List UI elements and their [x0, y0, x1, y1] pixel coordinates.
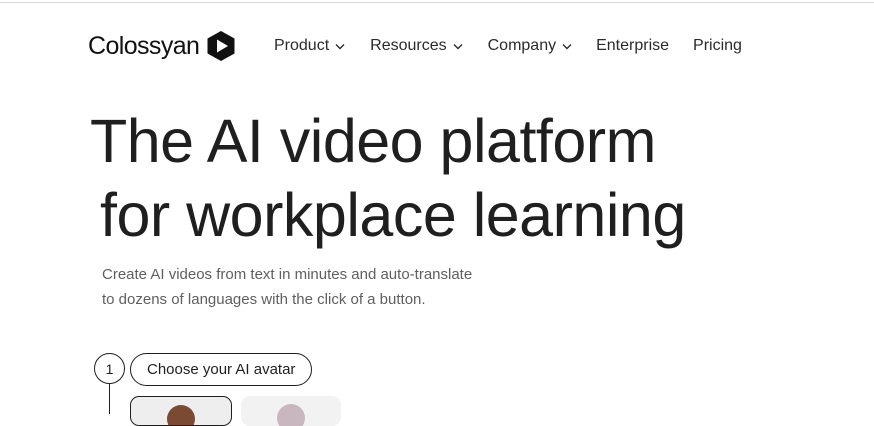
step-number-badge: 1: [94, 353, 125, 384]
avatar-option-card[interactable]: [241, 396, 341, 426]
nav-item-label: Company: [487, 37, 557, 54]
hero-title-line-2: for workplace learning: [100, 181, 686, 249]
chevron-down-icon: [453, 43, 463, 49]
chevron-down-icon: [562, 43, 572, 49]
hero-title: The AI video platform for workplace lear…: [90, 104, 686, 252]
nav-item-label: Pricing: [693, 37, 742, 54]
hero-subtitle-line-1: Create AI videos from text in minutes an…: [102, 266, 473, 283]
main-nav: Product Resources Company Enterprise Pri…: [274, 36, 742, 56]
colossyan-logo-icon: [207, 31, 235, 61]
nav-item-enterprise[interactable]: Enterprise: [596, 36, 669, 56]
avatar-thumbnail: [277, 404, 305, 426]
nav-item-product[interactable]: Product: [274, 36, 345, 56]
chevron-down-icon: [335, 43, 345, 49]
brand-logo[interactable]: Colossyan: [88, 29, 236, 63]
nav-item-pricing[interactable]: Pricing: [693, 36, 742, 56]
avatar-option-card[interactable]: [130, 396, 232, 426]
avatar-thumbnail: [167, 405, 195, 425]
nav-item-label: Enterprise: [596, 37, 670, 54]
nav-item-company[interactable]: Company: [488, 36, 572, 56]
choose-avatar-step-button[interactable]: Choose your AI avatar: [130, 353, 313, 386]
nav-item-label: Resources: [370, 37, 447, 54]
hero-subtitle-line-2: to dozens of languages with the click of…: [102, 291, 426, 308]
top-divider: [0, 2, 874, 3]
hero-subtitle: Create AI videos from text in minutes an…: [102, 262, 562, 312]
nav-item-label: Product: [274, 37, 330, 54]
hero-title-line-1: The AI video platform: [90, 107, 656, 175]
brand-name: Colossyan: [88, 31, 200, 60]
nav-item-resources[interactable]: Resources: [370, 36, 463, 56]
step-connector-line: [109, 384, 110, 414]
